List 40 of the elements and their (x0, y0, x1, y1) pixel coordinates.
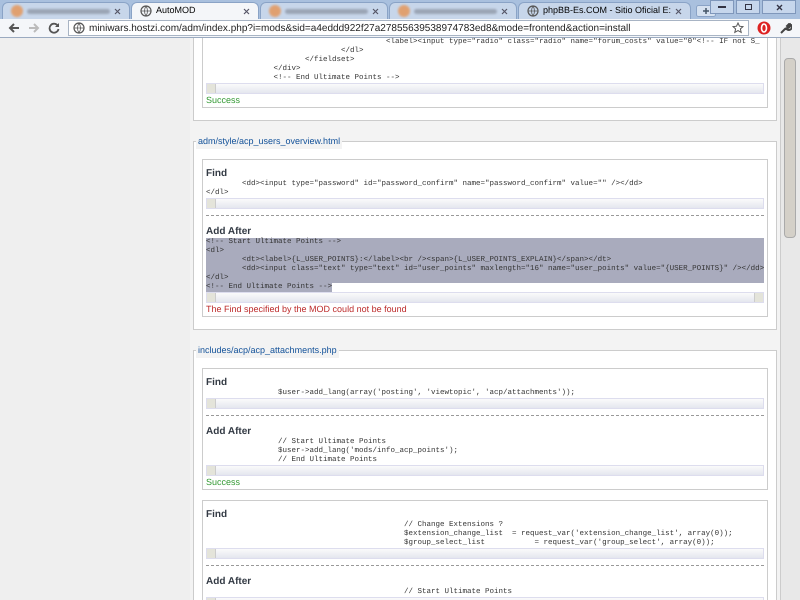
wrench-icon[interactable] (779, 22, 792, 34)
horizontal-scrollbar[interactable] (206, 465, 764, 476)
close-button[interactable] (762, 0, 796, 14)
browser-logo-icon[interactable] (757, 21, 771, 35)
minimize-button[interactable] (710, 0, 734, 14)
address-bar[interactable]: miniwars.hostzi.com/adm/index.php?i=mods&sid=a4eddd922f27a27855639538974783ed8&mode=frontend&action=install (68, 20, 749, 36)
globe-icon (527, 5, 539, 17)
file-path: includes/acp/acp_attachments.php (196, 344, 339, 358)
browser-tab[interactable]: phpBB-Es.COM - Sitio Oficial E: (518, 2, 692, 19)
step-heading: Add After (206, 425, 252, 438)
close-icon[interactable] (501, 8, 508, 14)
close-icon[interactable] (372, 8, 379, 14)
restore-button[interactable] (736, 0, 760, 14)
status-message: Success (206, 94, 242, 106)
horizontal-scrollbar[interactable] (206, 548, 764, 559)
reload-icon[interactable] (48, 22, 60, 34)
step-heading: Add After (206, 575, 252, 588)
status-message: The Find specified by the MOD could not be found (206, 303, 408, 315)
step-heading: Find (206, 376, 228, 389)
close-icon[interactable] (114, 8, 121, 14)
close-icon[interactable] (243, 8, 250, 14)
star-icon[interactable] (732, 22, 744, 34)
step-heading: Find (206, 508, 228, 521)
horizontal-scrollbar[interactable] (206, 398, 764, 409)
tab-title: AutoMOD (156, 4, 197, 18)
file-path: adm/style/acp_users_overview.html (196, 135, 342, 148)
horizontal-scrollbar[interactable] (206, 198, 764, 209)
browser-tab[interactable]: AutoMOD (131, 2, 259, 19)
status-message: Success (206, 476, 242, 488)
vertical-scrollbar[interactable] (780, 38, 800, 600)
tab-title: phpBB-Es.COM - Sitio Oficial E: (543, 4, 672, 18)
horizontal-scrollbar[interactable] (206, 83, 764, 94)
globe-icon (73, 22, 85, 34)
step-heading: Add After (206, 225, 252, 238)
close-icon[interactable] (675, 8, 682, 14)
globe-icon (140, 5, 152, 17)
horizontal-scrollbar[interactable] (206, 292, 764, 303)
step-heading: Find (206, 167, 228, 180)
close-icon (776, 4, 782, 10)
back-arrow-icon[interactable] (8, 22, 20, 34)
